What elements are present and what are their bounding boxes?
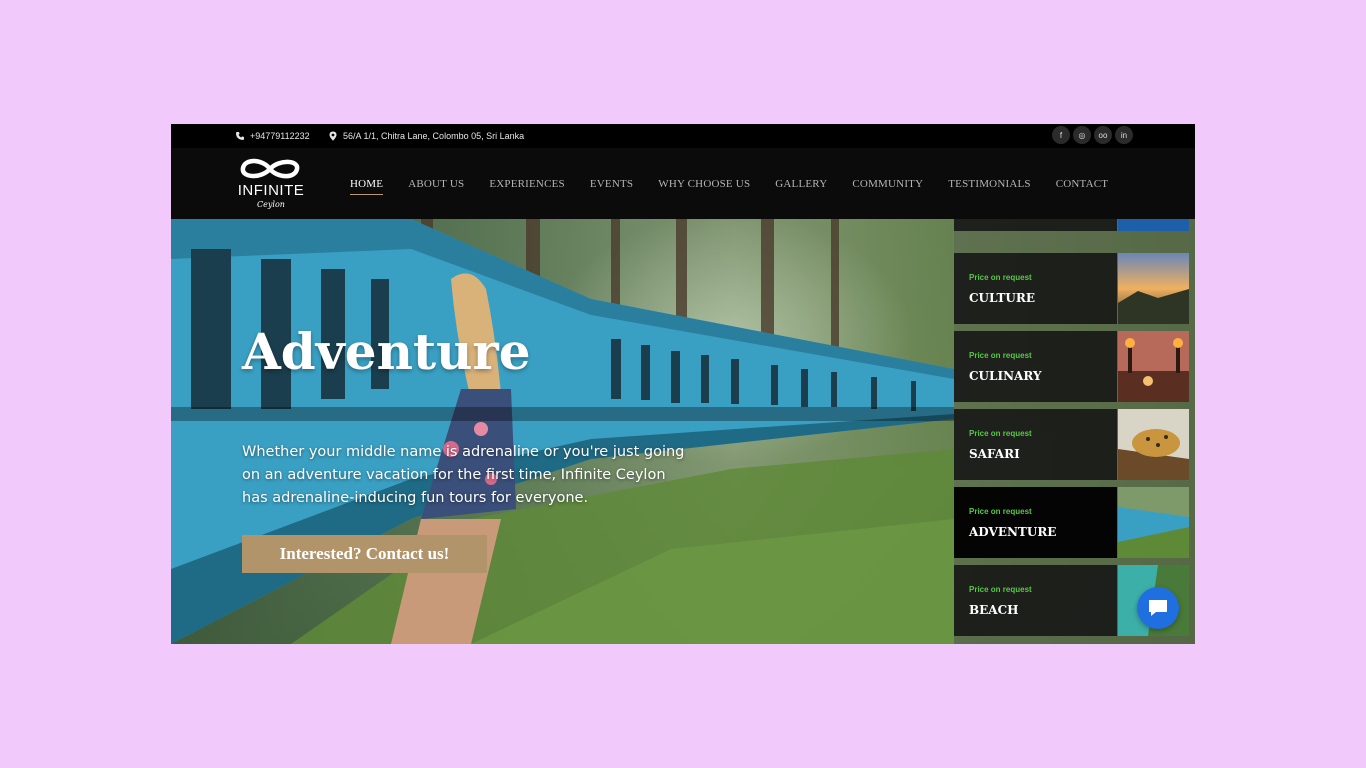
tour-price: Price on request [969, 351, 1032, 360]
tripadvisor-icon[interactable]: oo [1094, 126, 1112, 144]
nav-about-us[interactable]: ABOUT US [408, 178, 464, 190]
tour-price: Price on request [969, 585, 1032, 594]
tour-info: Price on request CULINARY [954, 331, 1117, 402]
tour-card-adventure[interactable]: Price on request ADVENTURE [954, 487, 1189, 558]
address-text: 56/A 1/1, Chitra Lane, Colombo 05, Sri L… [343, 131, 525, 141]
hero-description: Whether your middle name is adrenaline o… [242, 444, 685, 506]
phone-contact[interactable]: +94779112232 [235, 124, 310, 148]
nav-menu: HOME ABOUT US EXPERIENCES EVENTS WHY CHO… [350, 148, 1133, 219]
tour-card-safari[interactable]: Price on request SAFARI [954, 409, 1189, 480]
tour-info: Price on request ADVENTURE [954, 487, 1117, 558]
nav-testimonials[interactable]: TESTIMONIALS [948, 178, 1030, 190]
hero-overlay-band [171, 407, 954, 421]
tour-name: CULTURE [969, 291, 1035, 305]
tour-price: Price on request [969, 429, 1032, 438]
tour-name: ADVENTURE [969, 525, 1057, 539]
nav-why-choose-us[interactable]: WHY CHOOSE US [658, 178, 750, 190]
website: +94779112232 56/A 1/1, Chitra Lane, Colo… [171, 124, 1195, 644]
site-logo[interactable]: INFINITE Ceylon [235, 156, 307, 212]
tour-image-safari [1118, 409, 1189, 480]
linkedin-icon[interactable]: in [1115, 126, 1133, 144]
tour-image-adventure [1118, 487, 1189, 558]
tour-image-ocean [1118, 219, 1189, 231]
tour-price: Price on request [969, 507, 1032, 516]
tour-name: CULINARY [969, 369, 1042, 383]
top-bar: +94779112232 56/A 1/1, Chitra Lane, Colo… [171, 124, 1195, 148]
tour-info: Price on request SAFARI [954, 409, 1117, 480]
nav-gallery[interactable]: GALLERY [775, 178, 827, 190]
infinity-logo-icon [240, 158, 300, 179]
tour-name: SAFARI [969, 447, 1020, 461]
logo-text: INFINITE [237, 182, 305, 199]
tour-card-culinary[interactable]: Price on request CULINARY [954, 331, 1189, 402]
nav-experiences[interactable]: EXPERIENCES [489, 178, 565, 190]
logo-subtext: Ceylon [257, 200, 285, 209]
tour-card-culture[interactable]: Price on request CULTURE [954, 253, 1189, 324]
nav-home[interactable]: HOME [350, 178, 384, 195]
social-links: f ◎ oo in [1052, 126, 1133, 144]
facebook-icon[interactable]: f [1052, 126, 1070, 144]
instagram-icon[interactable]: ◎ [1073, 126, 1091, 144]
phone-number: +94779112232 [250, 131, 310, 141]
nav-contact[interactable]: CONTACT [1056, 178, 1108, 190]
phone-icon [236, 132, 244, 140]
map-pin-icon [329, 131, 337, 141]
tour-image-culture [1118, 253, 1189, 324]
nav-events[interactable]: EVENTS [590, 178, 633, 190]
hero-title: Adventure [242, 322, 531, 381]
tour-card-partial[interactable] [954, 219, 1189, 231]
tour-name: BEACH [969, 603, 1019, 617]
main-navbar: INFINITE Ceylon HOME ABOUT US EXPERIENCE… [171, 148, 1195, 219]
tour-image-culinary [1118, 331, 1189, 402]
tour-price: Price on request [969, 273, 1032, 282]
tour-info [954, 219, 1117, 231]
contact-us-button[interactable]: Interested? Contact us! [242, 535, 487, 573]
experiences-list: Price on request CULTURE Price on reques… [954, 219, 1195, 644]
tour-info: Price on request CULTURE [954, 253, 1117, 324]
tour-info: Price on request BEACH [954, 565, 1117, 636]
nav-community[interactable]: COMMUNITY [852, 178, 923, 190]
chat-bubble-icon [1149, 600, 1167, 616]
address-contact[interactable]: 56/A 1/1, Chitra Lane, Colombo 05, Sri L… [328, 124, 524, 148]
chat-button[interactable] [1137, 587, 1179, 629]
